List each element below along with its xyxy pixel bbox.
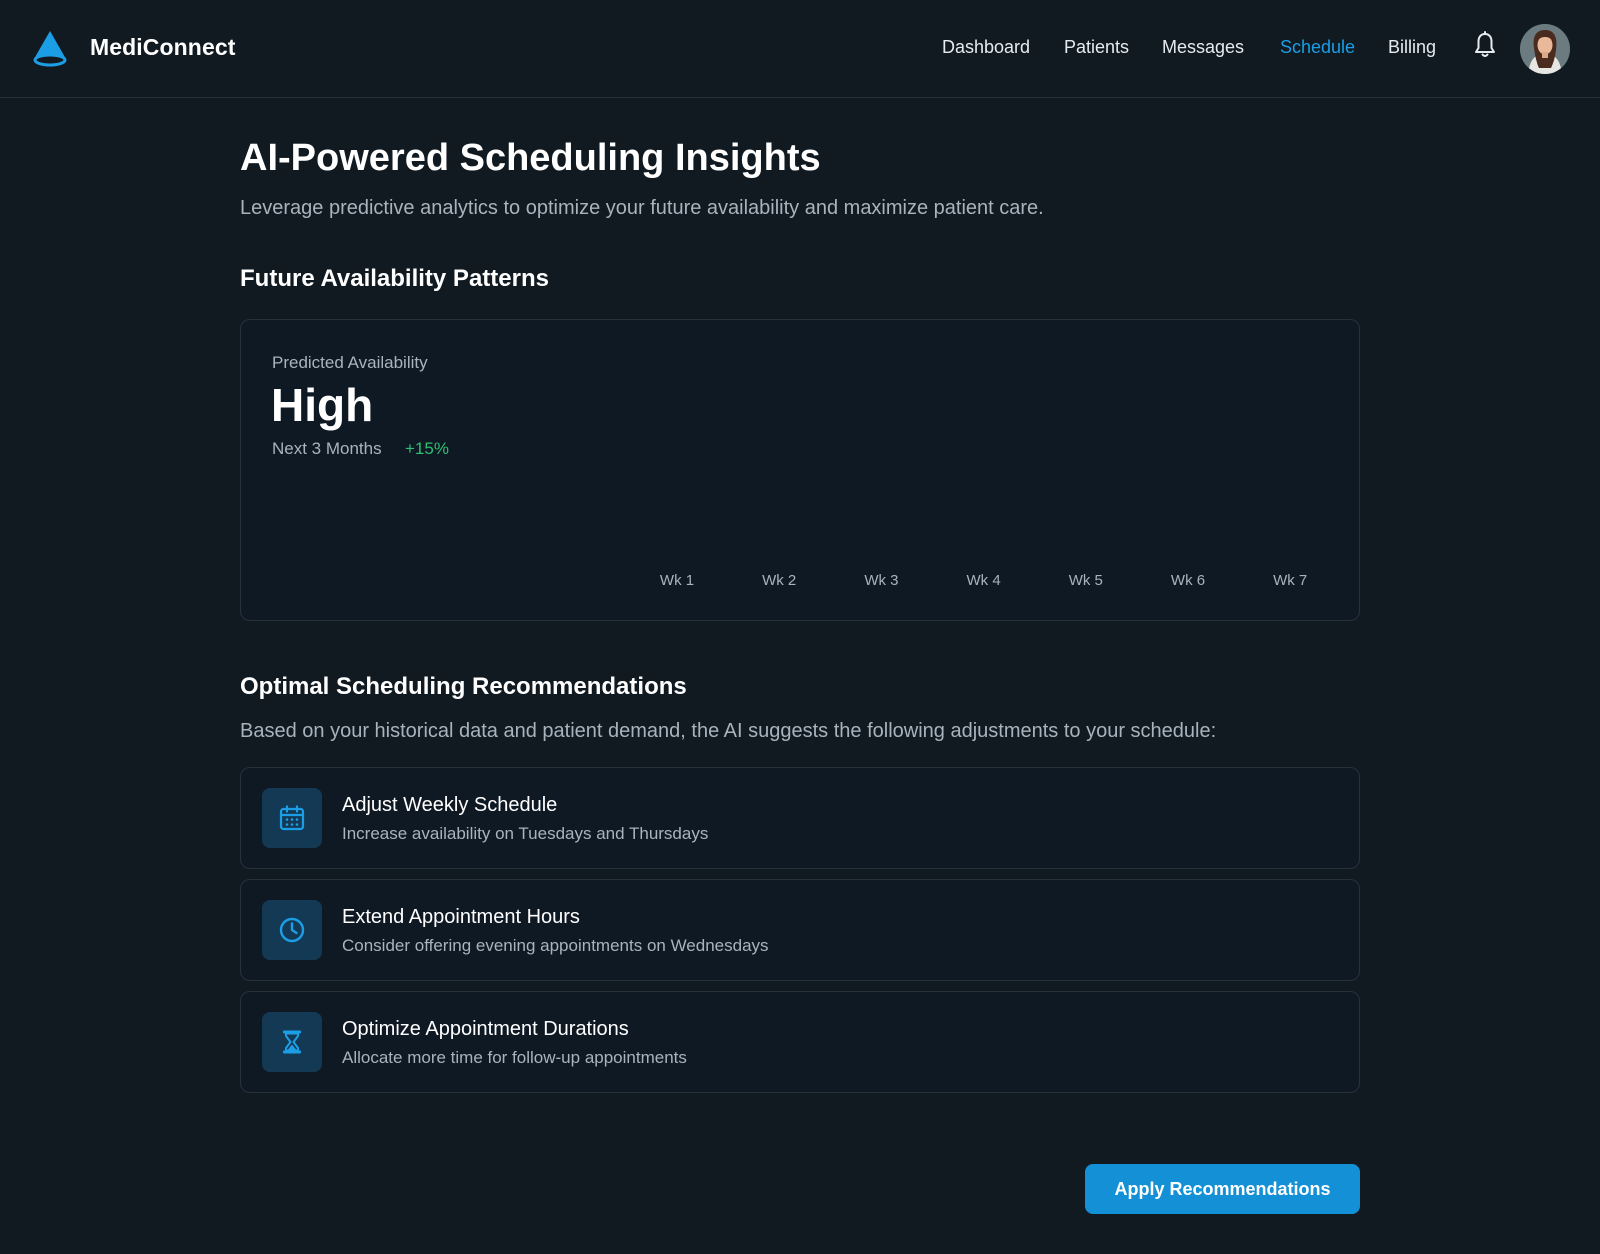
main-nav: Dashboard Patients Messages Schedule Bil… bbox=[0, 37, 1600, 63]
availability-section-title: Future Availability Patterns bbox=[240, 265, 549, 292]
nav-schedule[interactable]: Schedule bbox=[1280, 37, 1355, 58]
x-tick-label: Wk 7 bbox=[1273, 572, 1307, 589]
top-navbar: MediConnect Dashboard Patients Messages … bbox=[0, 0, 1600, 98]
recommendation-icon-box bbox=[262, 900, 322, 960]
clock-icon bbox=[279, 917, 305, 943]
page-subtitle: Leverage predictive analytics to optimiz… bbox=[240, 197, 1044, 219]
nav-patients[interactable]: Patients bbox=[1064, 37, 1129, 58]
x-tick-label: Wk 2 bbox=[762, 572, 796, 589]
recommendation-card-weekly-schedule[interactable]: Adjust Weekly Schedule Increase availabi… bbox=[240, 767, 1360, 869]
recommendation-card-appointment-durations[interactable]: Optimize Appointment Durations Allocate … bbox=[240, 991, 1360, 1093]
recommendation-description: Increase availability on Tuesdays and Th… bbox=[342, 824, 709, 843]
avatar-portrait bbox=[1520, 24, 1570, 74]
x-tick-label: Wk 5 bbox=[1069, 572, 1103, 589]
metric-period: Next 3 Months bbox=[272, 439, 382, 458]
apply-recommendations-button[interactable]: Apply Recommendations bbox=[1085, 1164, 1360, 1214]
recommendation-title: Adjust Weekly Schedule bbox=[342, 794, 558, 816]
x-tick-label: Wk 3 bbox=[864, 572, 898, 589]
recommendation-description: Consider offering evening appointments o… bbox=[342, 936, 769, 955]
metric-label: Predicted Availability bbox=[272, 353, 428, 372]
user-avatar[interactable] bbox=[1520, 24, 1570, 74]
bell-icon[interactable] bbox=[1473, 31, 1497, 59]
x-tick-label: Wk 4 bbox=[967, 572, 1001, 589]
recommendation-title: Optimize Appointment Durations bbox=[342, 1018, 629, 1040]
recommendation-icon-box bbox=[262, 788, 322, 848]
nav-billing[interactable]: Billing bbox=[1388, 37, 1436, 58]
nav-messages[interactable]: Messages bbox=[1162, 37, 1244, 58]
recommendation-card-appointment-hours[interactable]: Extend Appointment Hours Consider offeri… bbox=[240, 879, 1360, 981]
recommendation-icon-box bbox=[262, 1012, 322, 1072]
calendar-icon bbox=[279, 805, 305, 831]
recommendations-intro: Based on your historical data and patien… bbox=[240, 720, 1217, 742]
metric-value: High bbox=[271, 379, 374, 431]
nav-dashboard[interactable]: Dashboard bbox=[942, 37, 1030, 58]
availability-chart-card: Wk 1 Wk 2 Wk 3 Wk 4 Wk 5 Wk 6 Wk 7 Predicted A… bbox=[240, 319, 1360, 621]
x-tick-label: Wk 1 bbox=[660, 572, 694, 589]
metric-change: +15% bbox=[405, 439, 449, 458]
recommendation-description: Allocate more time for follow-up appoint… bbox=[342, 1048, 687, 1067]
x-tick-label: Wk 6 bbox=[1171, 572, 1205, 589]
hourglass-icon bbox=[283, 1030, 301, 1054]
recommendations-section-title: Optimal Scheduling Recommendations bbox=[240, 673, 687, 700]
recommendation-title: Extend Appointment Hours bbox=[342, 906, 580, 928]
page-title: AI-Powered Scheduling Insights bbox=[240, 137, 821, 179]
